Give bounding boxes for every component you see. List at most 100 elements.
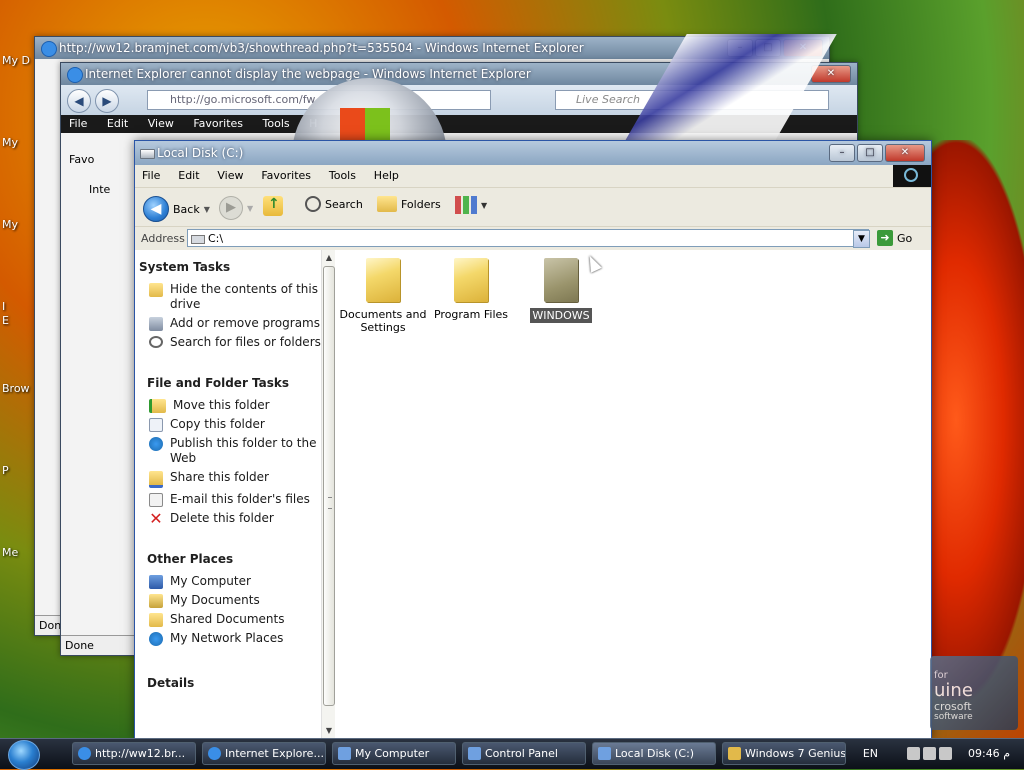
ie-menu-item[interactable]: View (148, 117, 174, 130)
desktop-label[interactable]: P (2, 464, 9, 477)
taskbar-button[interactable]: Control Panel (462, 742, 586, 765)
task-publish-web[interactable]: Publish this folder to the Web (135, 434, 321, 468)
genuine-line: uine (934, 680, 973, 701)
volume-icon[interactable] (939, 747, 952, 760)
chevron-down-icon[interactable]: ▼ (247, 204, 253, 213)
forward-arrow-icon: ▶ (219, 196, 243, 220)
back-button[interactable]: ◀ Back ▼ (143, 196, 210, 222)
menu-help[interactable]: Help (367, 165, 406, 187)
tray-app-icon[interactable] (907, 747, 920, 760)
ie-menu-item[interactable]: File (69, 117, 87, 130)
folder-hide-icon (149, 283, 163, 297)
system-tasks-header[interactable]: System Tasks (135, 250, 321, 280)
menu-view[interactable]: View (210, 165, 250, 187)
task-label: Publish this folder to the Web (170, 436, 317, 465)
ie-icon (67, 67, 83, 83)
search-icon (149, 336, 163, 348)
task-delete-folder[interactable]: ✕ Delete this folder (135, 509, 321, 528)
menu-file[interactable]: File (135, 165, 167, 187)
desktop-label[interactable]: My (2, 136, 18, 149)
task-hide-contents[interactable]: Hide the contents of this drive (135, 280, 321, 314)
desktop-label[interactable]: My D (2, 54, 30, 67)
place-label: My Documents (170, 593, 260, 607)
back-arrow-icon[interactable]: ◀ (67, 89, 91, 113)
network-icon[interactable] (923, 747, 936, 760)
address-dropdown-button[interactable]: ▼ (853, 230, 870, 248)
views-button[interactable]: ▼ (455, 196, 487, 214)
my-documents-icon (149, 594, 163, 608)
task-label: Search for files or folders (170, 335, 321, 349)
ie-tab-label[interactable]: Inte (89, 183, 110, 196)
clock[interactable]: 09:46 م (968, 747, 1010, 760)
language-indicator[interactable]: EN (863, 747, 878, 760)
menu-edit[interactable]: Edit (171, 165, 206, 187)
menu-tools[interactable]: Tools (322, 165, 363, 187)
taskbar-button[interactable]: Windows 7 Genius (722, 742, 846, 765)
address-label: Address (141, 232, 185, 245)
scrollbar-thumb[interactable] (323, 266, 335, 706)
task-move-folder[interactable]: Move this folder (135, 396, 321, 415)
close-button[interactable]: ✕ (885, 144, 925, 162)
task-add-remove-programs[interactable]: Add or remove programs (135, 314, 321, 333)
task-label: E-mail this folder's files (170, 492, 310, 506)
task-share-folder[interactable]: Share this folder (135, 468, 321, 490)
folders-button[interactable]: Folders (377, 196, 441, 212)
maximize-button[interactable]: □ (857, 144, 883, 162)
file-item[interactable]: Program Files (423, 258, 519, 321)
place-label: My Network Places (170, 631, 284, 645)
place-network-places[interactable]: My Network Places (135, 629, 321, 648)
minimize-button[interactable]: – (829, 144, 855, 162)
ie-menu-item[interactable]: Favorites (193, 117, 243, 130)
task-label: Share this folder (170, 470, 269, 484)
task-email-files[interactable]: E-mail this folder's files (135, 490, 321, 509)
task-copy-folder[interactable]: Copy this folder (135, 415, 321, 434)
taskbar-label: http://ww12.br... (95, 747, 186, 760)
place-shared-documents[interactable]: Shared Documents (135, 610, 321, 629)
taskbar-button[interactable]: My Computer (332, 742, 456, 765)
taskbar-button-active[interactable]: Local Disk (C:) (592, 742, 716, 765)
task-pane-scrollbar[interactable]: ▲ ▼ (321, 250, 336, 739)
task-label: Delete this folder (170, 511, 274, 525)
email-icon (149, 493, 163, 507)
explorer-body: System Tasks Hide the contents of this d… (135, 250, 931, 739)
my-computer-icon (149, 575, 163, 589)
ie-menu-item[interactable]: Edit (107, 117, 128, 130)
menu-favorites[interactable]: Favorites (254, 165, 318, 187)
folder-icon (728, 747, 741, 760)
other-places-header[interactable]: Other Places (135, 528, 321, 572)
chevron-down-icon[interactable]: ▼ (481, 201, 487, 210)
network-places-icon (149, 632, 163, 646)
system-folder-icon (544, 258, 578, 302)
up-folder-button[interactable] (263, 196, 283, 216)
search-button[interactable]: Search (305, 196, 363, 212)
place-my-documents[interactable]: My Documents (135, 591, 321, 610)
desktop-label[interactable]: Me (2, 546, 18, 559)
desktop-label[interactable]: My (2, 218, 18, 231)
task-search-files[interactable]: Search for files or folders (135, 333, 321, 352)
ie-favorites-label[interactable]: Favo (69, 153, 94, 166)
file-item[interactable]: Documents and Settings (335, 258, 431, 334)
start-button[interactable] (8, 740, 40, 770)
forward-arrow-icon[interactable]: ▶ (95, 89, 119, 113)
details-header[interactable]: Details (135, 648, 321, 696)
file-label: Documents and Settings (339, 308, 427, 334)
ie-menu-item[interactable]: Tools (263, 117, 290, 130)
desktop-label[interactable]: E (2, 314, 9, 327)
search-label: Search (325, 197, 363, 211)
desktop-label[interactable]: Brow (2, 382, 30, 395)
taskbar-button[interactable]: Internet Explore... (202, 742, 326, 765)
scroll-down-arrow-icon[interactable]: ▼ (323, 725, 335, 737)
scroll-up-arrow-icon[interactable]: ▲ (323, 252, 335, 264)
desktop-label[interactable]: I (2, 300, 5, 313)
explorer-titlebar[interactable]: Local Disk (C:) – □ ✕ (135, 141, 931, 165)
forward-button[interactable]: ▶ ▼ (219, 196, 253, 220)
file-folder-tasks-header[interactable]: File and Folder Tasks (135, 352, 321, 396)
taskbar-button[interactable]: http://ww12.br... (72, 742, 196, 765)
file-label: WINDOWS (530, 308, 592, 323)
place-my-computer[interactable]: My Computer (135, 572, 321, 591)
explorer-window[interactable]: Local Disk (C:) – □ ✕ File Edit View Fav… (134, 140, 932, 740)
address-input[interactable]: C:\ (187, 229, 869, 247)
go-button[interactable]: ➜ Go (877, 230, 912, 246)
address-value: C:\ (208, 232, 224, 245)
chevron-down-icon[interactable]: ▼ (204, 205, 210, 214)
